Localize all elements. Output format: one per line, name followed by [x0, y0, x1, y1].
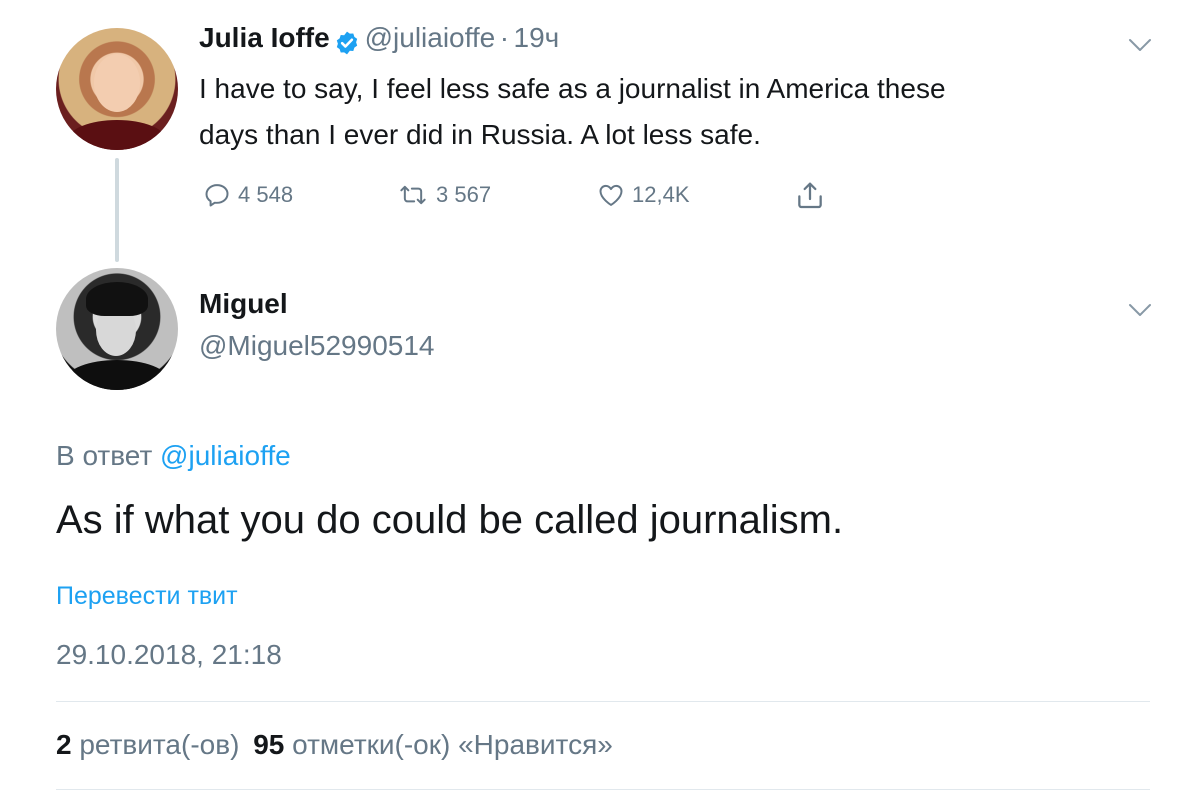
- avatar-body: [66, 360, 168, 390]
- avatar-face: [94, 54, 140, 112]
- like-stat-count: 95: [253, 729, 285, 760]
- chevron-down-icon[interactable]: [1128, 303, 1152, 317]
- author-handle[interactable]: @juliaioffe: [365, 22, 496, 53]
- thread-connector: [115, 158, 119, 262]
- reply-author-name[interactable]: Miguel: [199, 288, 288, 320]
- header-separator: ·: [499, 22, 510, 53]
- in-reply-handle-link[interactable]: @juliaioffe: [160, 440, 291, 471]
- like-stat-label: отметки(-ок) «Нравится»: [292, 729, 613, 760]
- share-button[interactable]: [794, 180, 832, 210]
- divider: [56, 789, 1150, 790]
- retweet-stat-count: 2: [56, 729, 72, 760]
- reply-button[interactable]: 4 548: [202, 180, 293, 210]
- reply-author-handle[interactable]: @Miguel52990514: [199, 330, 434, 362]
- original-tweet-text: I have to say, I feel less safe as a jou…: [199, 66, 946, 158]
- reply-count: 4 548: [238, 182, 294, 207]
- like-count: 12,4K: [632, 182, 690, 207]
- like-stat[interactable]: 95 отметки(-ок) «Нравится»: [253, 729, 613, 760]
- tweet-text-line: I have to say, I feel less safe as a jou…: [199, 73, 946, 104]
- tweet-timestamp[interactable]: 29.10.2018, 21:18: [56, 639, 282, 671]
- avatar-body: [68, 120, 166, 150]
- in-reply-prefix: В ответ: [56, 440, 153, 471]
- reply-tweet-text: As if what you do could be called journa…: [56, 498, 844, 542]
- retweet-icon: [400, 185, 426, 205]
- translate-tweet-link[interactable]: Перевести твит: [56, 582, 238, 611]
- like-icon: [599, 184, 623, 206]
- share-icon: [798, 182, 822, 209]
- tweet-stats: 2 ретвита(-ов) 95 отметки(-ок) «Нравится…: [56, 729, 613, 761]
- retweet-button[interactable]: 3 567: [396, 180, 491, 210]
- tweet-text-line: days than I ever did in Russia. A lot le…: [199, 119, 761, 150]
- retweet-count: 3 567: [436, 182, 492, 207]
- chevron-down-icon[interactable]: [1128, 38, 1152, 52]
- like-button[interactable]: 12,4K: [596, 180, 690, 210]
- divider: [56, 701, 1150, 702]
- in-reply-to: В ответ @juliaioffe: [56, 440, 291, 472]
- author-name[interactable]: Julia Ioffe: [199, 22, 330, 53]
- retweet-stat-label: ретвита(-ов): [79, 729, 240, 760]
- avatar-miguel[interactable]: [56, 268, 178, 390]
- reply-icon: [205, 184, 229, 207]
- retweet-stat[interactable]: 2 ретвита(-ов): [56, 729, 247, 760]
- original-tweet-header: Julia Ioffe @juliaioffe · 19ч: [199, 22, 559, 62]
- verified-badge-icon: [334, 30, 360, 56]
- tweet-time-ago[interactable]: 19ч: [514, 22, 560, 53]
- avatar-hair: [86, 282, 148, 316]
- avatar-julia[interactable]: [56, 28, 178, 150]
